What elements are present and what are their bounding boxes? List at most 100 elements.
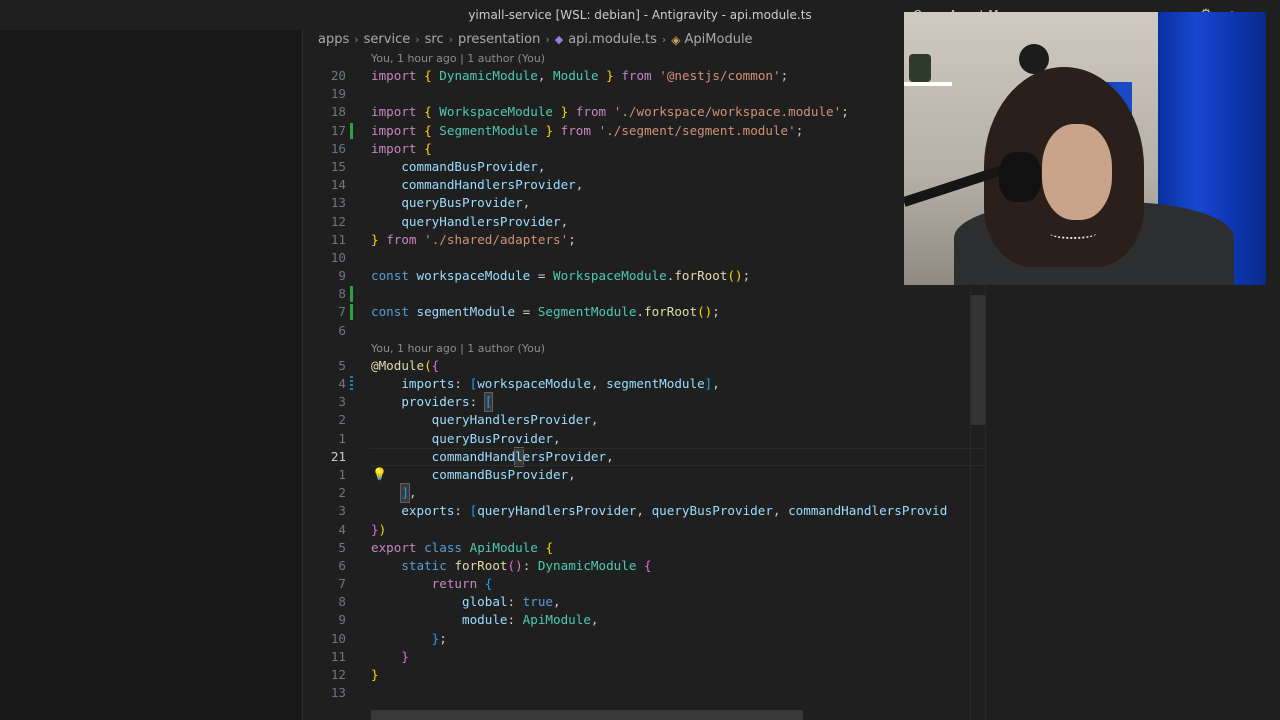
code-line: 9 const workspaceModule = WorkspaceModule… [304, 267, 985, 285]
chevron-right-icon: › [448, 33, 454, 46]
code-line: 7 return { [304, 575, 985, 593]
line-number: 6 [338, 322, 346, 338]
code-line: 13 [304, 684, 985, 702]
webcam-person-face [1042, 124, 1112, 220]
breadcrumb-symbol[interactable]: ApiModule [685, 30, 753, 50]
chevron-right-icon: › [545, 33, 550, 46]
breadcrumb-item-service[interactable]: service [364, 30, 411, 50]
webcam-overlay [904, 12, 1266, 285]
webcam-necklace [1049, 227, 1097, 239]
line-number: 3 [338, 394, 346, 410]
line-number: 11 [330, 231, 346, 247]
code-line: 8 [304, 285, 985, 303]
code-line: 3 exports: [queryHandlersProvider, query… [304, 502, 985, 520]
code-line: 14 commandHandlersProvider, [304, 176, 985, 194]
line-number: 13 [330, 195, 346, 211]
code-line: 15 commandBusProvider, [304, 158, 985, 176]
code-line: 6 [304, 322, 985, 340]
webcam-shelf [904, 82, 952, 86]
line-number: 7 [338, 576, 346, 592]
line-number: 12 [330, 667, 346, 682]
line-number: 8 [338, 286, 346, 302]
code-line: 11} from './shared/adapters'; [304, 231, 985, 249]
code-line: 1 💡 commandBusProvider, [304, 466, 985, 484]
code-line: 8 global: true, [304, 593, 985, 611]
code-line: 4 imports: [workspaceModule, segmentModu… [304, 375, 985, 393]
code-line: 9 module: ApiModule, [304, 611, 985, 629]
line-number: 5 [338, 357, 346, 373]
code-line: 1 queryBusProvider, [304, 430, 985, 448]
breadcrumb-item-apps[interactable]: apps [318, 30, 349, 50]
line-number: 17 [330, 122, 346, 138]
code-line: 13 queryBusProvider, [304, 194, 985, 212]
chevron-right-icon: › [661, 33, 667, 46]
code-lines[interactable]: You, 1 hour ago | 1 author (You) 20 impor… [304, 50, 985, 702]
line-number: 11 [330, 648, 346, 664]
line-number: 9 [338, 268, 346, 284]
codelens-text[interactable]: You, 1 hour ago | 1 author (You) [371, 340, 545, 357]
code-line: 4}) [304, 521, 985, 539]
line-number: 5 [338, 539, 346, 555]
code-line: 16 import { [304, 140, 985, 158]
line-number: 14 [330, 177, 346, 193]
code-line: 6 static forRoot(): DynamicModule { [304, 557, 985, 575]
code-line: 5 @Module({ [304, 357, 985, 375]
line-number: 4 [338, 521, 346, 537]
code-line: 12 queryHandlersProvider, [304, 213, 985, 231]
line-number: 9 [338, 612, 346, 628]
code-line: 7 const segmentModule = SegmentModule.for… [304, 303, 985, 321]
code-line: 10 [304, 249, 985, 267]
line-number: 2 [338, 485, 346, 501]
breadcrumb-file[interactable]: api.module.ts [568, 30, 657, 50]
code-line: 10 }; [304, 630, 985, 648]
line-number: 10 [330, 630, 346, 646]
code-editor[interactable]: apps › service › src › presentation › ◆ … [304, 30, 985, 720]
breadcrumb-item-src[interactable]: src [425, 30, 444, 50]
line-number: 4 [338, 376, 346, 391]
line-number: 19 [330, 86, 346, 102]
breadcrumb-item-presentation[interactable]: presentation [458, 30, 540, 50]
line-number: 12 [330, 213, 346, 229]
code-line: 20 import { DynamicModule, Module } from … [304, 67, 985, 85]
code-line: 3 providers: [ [304, 392, 985, 413]
codelens-text[interactable]: You, 1 hour ago | 1 author (You) [371, 50, 545, 67]
line-number: 13 [330, 685, 346, 701]
line-number: 2 [338, 412, 346, 428]
current-line: 21 commandHandlersProvider, [304, 446, 985, 467]
line-number: 3 [338, 503, 346, 519]
class-symbol-icon: ◈ [671, 33, 681, 47]
chevron-right-icon: › [415, 33, 420, 46]
code-line: 18 import { WorkspaceModule } from './wor… [304, 103, 985, 121]
code-line: 2 queryHandlersProvider, [304, 411, 985, 429]
code-line: 2 ], [304, 483, 985, 504]
line-number: 18 [330, 104, 346, 120]
added-line-marker [350, 286, 353, 303]
right-panel [985, 285, 1280, 720]
side-panel [0, 30, 303, 720]
added-line-marker [350, 122, 353, 139]
code-line: 5 export class ApiModule { [304, 539, 985, 557]
line-number: 10 [330, 249, 346, 265]
horizontal-scrollbar[interactable] [371, 710, 803, 720]
webcam-microphone [999, 152, 1041, 202]
codelens[interactable]: You, 1 hour ago | 1 author (You) [304, 50, 985, 67]
line-number: 16 [330, 140, 346, 156]
typescript-file-icon: ◆ [554, 33, 564, 46]
line-number: 20 [330, 68, 346, 83]
line-number: 8 [338, 594, 346, 610]
chevron-right-icon: › [354, 33, 359, 46]
line-number: 15 [330, 158, 346, 174]
breadcrumb: apps › service › src › presentation › ◆ … [318, 30, 753, 50]
line-number: 21 [330, 448, 346, 464]
codelens[interactable]: You, 1 hour ago | 1 author (You) [304, 340, 985, 357]
code-line: 17 import { SegmentModule } from './segme… [304, 122, 985, 140]
line-number: 1 [338, 430, 346, 446]
webcam-plant [909, 54, 931, 82]
modified-line-marker [350, 376, 353, 392]
added-line-marker [350, 304, 353, 321]
line-number: 1 [338, 466, 346, 482]
code-line: 12} [304, 666, 985, 684]
vertical-scrollbar[interactable] [971, 295, 985, 425]
line-number: 7 [338, 304, 346, 320]
code-line: 11 } [304, 648, 985, 666]
